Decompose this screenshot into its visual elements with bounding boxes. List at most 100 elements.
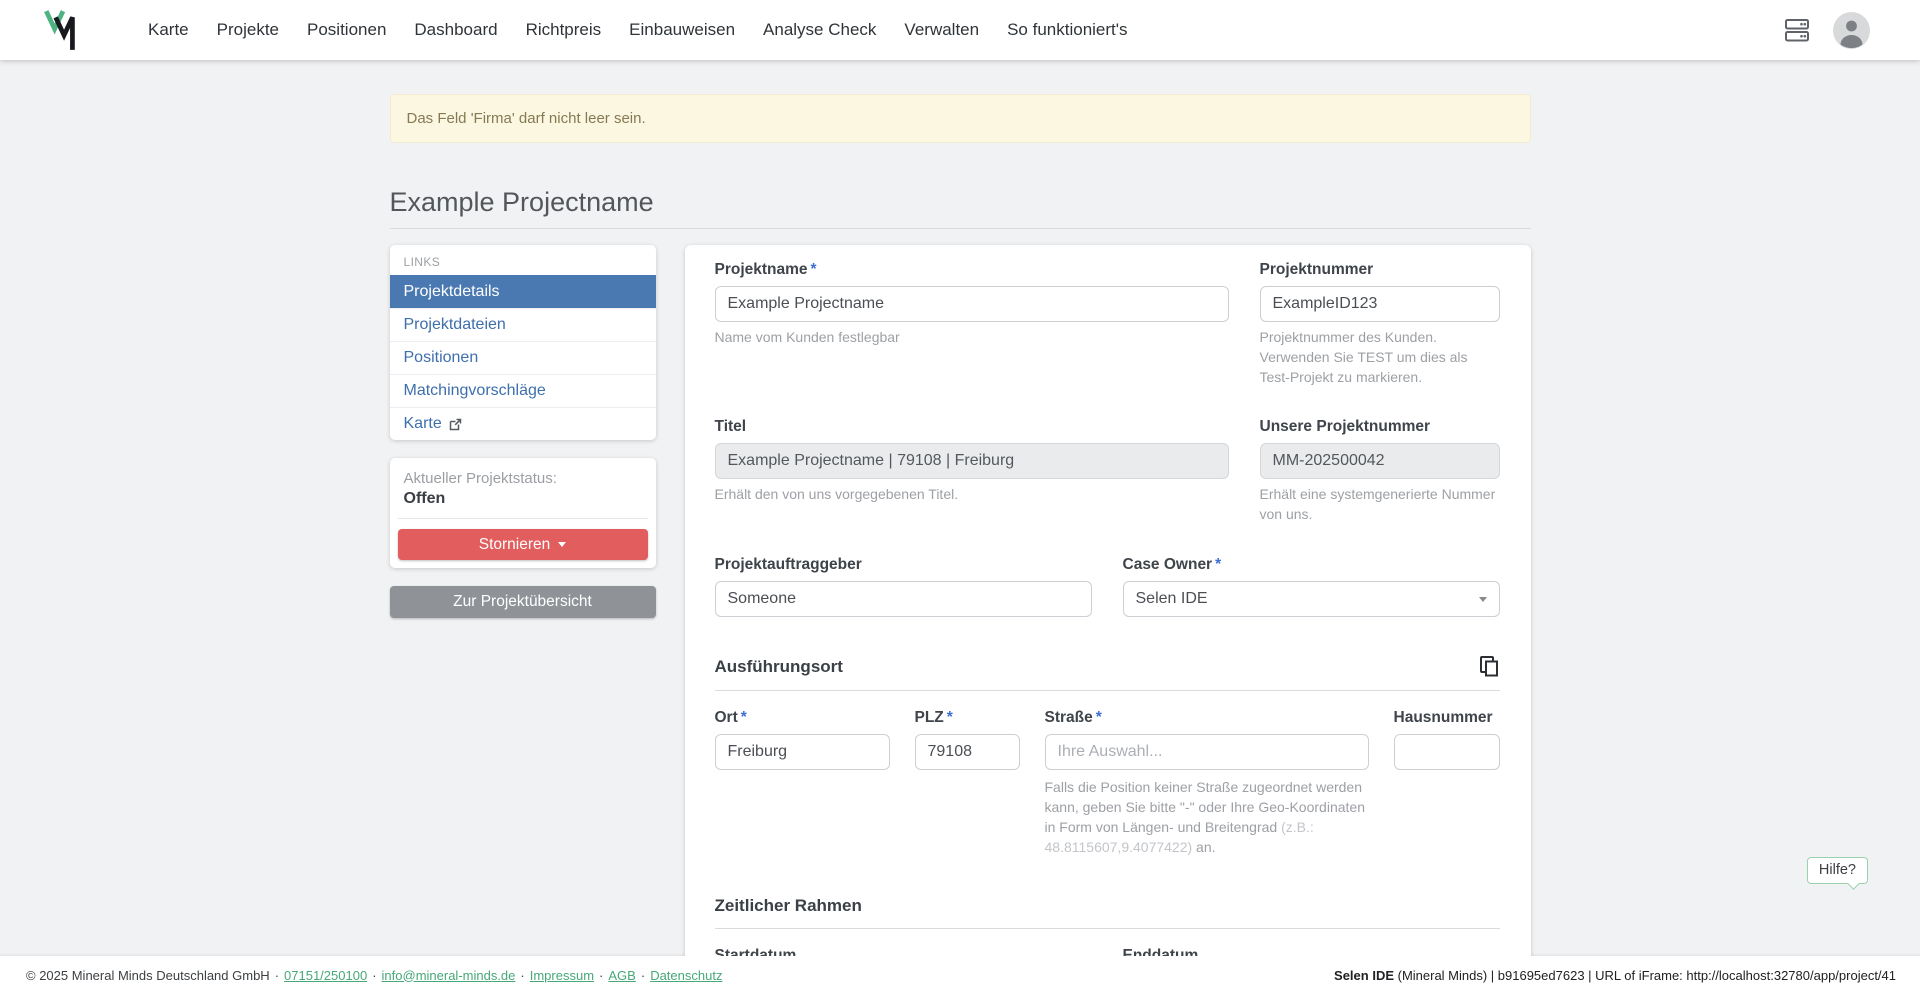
app-logo[interactable] — [42, 8, 86, 52]
projektnummer-label: Projektnummer — [1260, 261, 1500, 279]
plz-input[interactable] — [915, 734, 1020, 770]
footer: © 2025 Mineral Minds Deutschland GmbH · … — [0, 956, 1920, 994]
nav-item-verwalten[interactable]: Verwalten — [890, 12, 993, 48]
page-title: Example Projectname — [390, 187, 1531, 218]
project-overview-button[interactable]: Zur Projektübersicht — [390, 586, 656, 618]
ort-input[interactable] — [715, 734, 890, 770]
alert-banner: Das Feld 'Firma' darf nicht leer sein. — [390, 94, 1531, 143]
case-owner-selected-value: Selen IDE — [1136, 590, 1208, 608]
project-details-form: Projektname* Name vom Kunden festlegbar … — [685, 245, 1531, 956]
titel-label: Titel — [715, 418, 1229, 436]
projektnummer-helper: Projektnummer des Kunden. Verwenden Sie … — [1260, 328, 1500, 388]
required-marker: * — [1215, 556, 1221, 573]
sidebar-item-projektdetails[interactable]: Projektdetails — [390, 275, 656, 308]
ort-label: Ort — [715, 709, 738, 726]
sidebar-item-karte[interactable]: Karte — [390, 407, 656, 440]
project-overview-button-label: Zur Projektübersicht — [453, 593, 592, 611]
sidebar-item-label: Matchingvorschläge — [404, 382, 546, 400]
footer-link-agb[interactable]: AGB — [608, 968, 635, 983]
field-projektnummer: Projektnummer Projektnummer des Kunden. … — [1260, 261, 1500, 388]
field-projektname: Projektname* Name vom Kunden festlegbar — [715, 261, 1229, 388]
section-divider — [715, 690, 1500, 691]
copyright-text: © 2025 Mineral Minds Deutschland GmbH — [26, 968, 270, 983]
sidebar-item-positionen[interactable]: Positionen — [390, 341, 656, 374]
section-zeitlicher-rahmen-title: Zeitlicher Rahmen — [715, 896, 862, 916]
nav-item-karte[interactable]: Karte — [134, 12, 203, 48]
copy-address-icon[interactable] — [1479, 655, 1500, 678]
required-marker: * — [1096, 709, 1102, 726]
status-card: Aktueller Projektstatus: Offen Storniere… — [390, 458, 656, 568]
field-ort: Ort* — [715, 709, 890, 770]
unsere-projektnummer-label: Unsere Projektnummer — [1260, 418, 1500, 436]
footer-link-impressum[interactable]: Impressum — [530, 968, 594, 983]
hausnummer-input[interactable] — [1394, 734, 1500, 770]
field-enddatum: Enddatum — [1123, 947, 1500, 956]
external-link-icon — [449, 418, 462, 431]
field-titel: Titel Erhält den von uns vorgegebenen Ti… — [715, 418, 1229, 525]
links-card: LINKS Projektdetails Projektdateien Posi… — [390, 245, 656, 440]
footer-link-phone[interactable]: 07151/250100 — [284, 968, 367, 983]
projektname-input[interactable] — [715, 286, 1229, 322]
top-nav: Karte Projekte Positionen Dashboard Rich… — [0, 0, 1920, 60]
nav-item-positionen[interactable]: Positionen — [293, 12, 400, 48]
sidebar-item-label: Projektdateien — [404, 316, 506, 334]
titel-input — [715, 443, 1229, 479]
help-bubble-tail — [1847, 877, 1860, 890]
hausnummer-label: Hausnummer — [1394, 709, 1500, 727]
nav-item-projekte[interactable]: Projekte — [203, 12, 293, 48]
cancel-button-label: Stornieren — [479, 536, 551, 554]
sidebar-item-label: Positionen — [404, 349, 479, 367]
status-value: Offen — [398, 490, 648, 508]
nav-item-einbauweisen[interactable]: Einbauweisen — [615, 12, 749, 48]
field-projektauftraggeber: Projektauftraggeber — [715, 556, 1092, 617]
section-ausfuehrungsort-title: Ausführungsort — [715, 657, 843, 677]
projektnummer-input[interactable] — [1260, 286, 1500, 322]
help-button[interactable]: Hilfe? — [1807, 857, 1868, 884]
sidebar-item-projektdateien[interactable]: Projektdateien — [390, 308, 656, 341]
strasse-helper: Falls die Position keiner Straße zugeord… — [1045, 778, 1369, 858]
cancel-button[interactable]: Stornieren — [398, 529, 648, 560]
unsere-projektnummer-input — [1260, 443, 1500, 479]
footer-link-datenschutz[interactable]: Datenschutz — [650, 968, 722, 983]
projektauftraggeber-label: Projektauftraggeber — [715, 556, 1092, 574]
enddatum-label: Enddatum — [1123, 947, 1500, 956]
sidebar-item-label: Karte — [404, 415, 442, 433]
user-avatar[interactable] — [1833, 12, 1870, 49]
case-owner-label: Case Owner — [1123, 556, 1213, 573]
main-nav: Karte Projekte Positionen Dashboard Rich… — [134, 12, 1142, 48]
strasse-label: Straße — [1045, 709, 1093, 726]
session-user: Selen IDE — [1334, 968, 1394, 983]
footer-link-email[interactable]: info@mineral-minds.de — [382, 968, 516, 983]
caret-down-icon — [558, 542, 566, 547]
field-startdatum: Startdatum — [715, 947, 1092, 956]
alert-message: Das Feld 'Firma' darf nicht leer sein. — [407, 110, 646, 127]
mineral-minds-logo-icon — [42, 8, 84, 52]
strasse-input[interactable] — [1045, 734, 1369, 770]
required-marker: * — [947, 709, 953, 726]
unsere-projektnummer-helper: Erhält eine systemgenerierte Nummer von … — [1260, 485, 1500, 525]
nav-item-richtpreis[interactable]: Richtpreis — [512, 12, 616, 48]
server-icon[interactable] — [1783, 17, 1811, 43]
select-caret-icon — [1479, 597, 1487, 602]
projektname-helper: Name vom Kunden festlegbar — [715, 328, 1229, 348]
nav-item-dashboard[interactable]: Dashboard — [400, 12, 511, 48]
required-marker: * — [811, 261, 817, 278]
section-divider — [715, 928, 1500, 929]
status-label: Aktueller Projektstatus: — [398, 470, 648, 487]
sidebar-item-matchingvorschlaege[interactable]: Matchingvorschläge — [390, 374, 656, 407]
title-divider — [390, 228, 1531, 229]
titel-helper: Erhält den von uns vorgegebenen Titel. — [715, 485, 1229, 505]
nav-item-so-funktionierts[interactable]: So funktioniert's — [993, 12, 1141, 48]
field-case-owner: Case Owner* Selen IDE — [1123, 556, 1500, 617]
field-strasse: Straße* — [1045, 709, 1369, 770]
content-area: Das Feld 'Firma' darf nicht leer sein. E… — [0, 60, 1920, 956]
nav-item-analyse-check[interactable]: Analyse Check — [749, 12, 890, 48]
sidebar-item-label: Projektdetails — [404, 283, 500, 301]
links-header: LINKS — [390, 245, 656, 275]
projektauftraggeber-input[interactable] — [715, 581, 1092, 617]
startdatum-label: Startdatum — [715, 947, 1092, 956]
help-button-label: Hilfe? — [1819, 862, 1856, 878]
case-owner-select[interactable]: Selen IDE — [1123, 581, 1500, 617]
left-sidebar: LINKS Projektdetails Projektdateien Posi… — [390, 245, 656, 618]
field-unsere-projektnummer: Unsere Projektnummer Erhält eine systemg… — [1260, 418, 1500, 525]
